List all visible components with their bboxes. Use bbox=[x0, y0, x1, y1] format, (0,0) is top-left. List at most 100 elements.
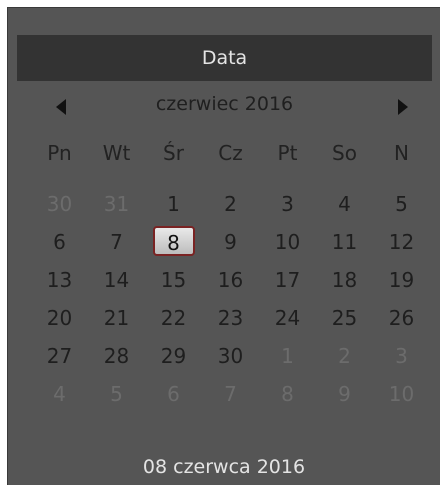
weekday-label: Cz bbox=[218, 141, 243, 165]
weekday-label: Pn bbox=[47, 141, 72, 165]
date-picker-title: Data bbox=[201, 47, 248, 69]
day-cell[interactable]: 28 bbox=[88, 337, 145, 375]
date-picker-header: Data bbox=[17, 35, 432, 81]
day-cell[interactable]: 30 bbox=[202, 337, 259, 375]
day-cell-other-month[interactable]: 4 bbox=[31, 375, 88, 413]
day-number: 8 bbox=[281, 382, 294, 406]
day-number: 4 bbox=[338, 192, 351, 216]
day-cell-other-month[interactable]: 6 bbox=[145, 375, 202, 413]
day-cell[interactable]: 14 bbox=[88, 261, 145, 299]
day-number: 27 bbox=[46, 344, 73, 368]
day-number: 23 bbox=[217, 306, 244, 330]
day-cell-other-month[interactable]: 10 bbox=[373, 375, 430, 413]
day-number: 8 bbox=[152, 226, 195, 256]
day-number: 30 bbox=[217, 344, 244, 368]
day-cell[interactable]: 9 bbox=[202, 223, 259, 261]
day-cell[interactable]: 2 bbox=[202, 185, 259, 223]
selected-date-display: 08 czerwca 2016 bbox=[142, 456, 306, 478]
day-cell[interactable]: 21 bbox=[88, 299, 145, 337]
day-cell[interactable]: 15 bbox=[145, 261, 202, 299]
day-cell[interactable]: 11 bbox=[316, 223, 373, 261]
day-number: 16 bbox=[217, 268, 244, 292]
day-cell[interactable]: 6 bbox=[31, 223, 88, 261]
day-cell[interactable]: 12 bbox=[373, 223, 430, 261]
day-number: 14 bbox=[103, 268, 130, 292]
day-number: 18 bbox=[331, 268, 358, 292]
day-cell[interactable]: 26 bbox=[373, 299, 430, 337]
day-cell[interactable]: 7 bbox=[88, 223, 145, 261]
day-number: 19 bbox=[388, 268, 415, 292]
day-number: 28 bbox=[103, 344, 130, 368]
day-number: 11 bbox=[331, 230, 358, 254]
weekday-header-row: Pn Wt Śr Cz Pt So N bbox=[31, 136, 430, 170]
day-cell-other-month[interactable]: 30 bbox=[31, 185, 88, 223]
day-number: 22 bbox=[160, 306, 187, 330]
day-number: 5 bbox=[110, 382, 123, 406]
day-number: 15 bbox=[160, 268, 187, 292]
day-cell[interactable]: 3 bbox=[259, 185, 316, 223]
day-cell[interactable]: 13 bbox=[31, 261, 88, 299]
day-number: 24 bbox=[274, 306, 301, 330]
day-number: 10 bbox=[388, 382, 415, 406]
day-number: 12 bbox=[388, 230, 415, 254]
day-cell[interactable]: 22 bbox=[145, 299, 202, 337]
day-cell[interactable]: 5 bbox=[373, 185, 430, 223]
day-cell[interactable]: 1 bbox=[145, 185, 202, 223]
day-number: 9 bbox=[338, 382, 351, 406]
day-number: 10 bbox=[274, 230, 301, 254]
day-number: 25 bbox=[331, 306, 358, 330]
day-cell[interactable]: 4 bbox=[316, 185, 373, 223]
day-cell-other-month[interactable]: 9 bbox=[316, 375, 373, 413]
day-number: 13 bbox=[46, 268, 73, 292]
day-number: 1 bbox=[281, 344, 294, 368]
day-cell[interactable]: 17 bbox=[259, 261, 316, 299]
day-cell[interactable]: 20 bbox=[31, 299, 88, 337]
day-cell-other-month[interactable]: 2 bbox=[316, 337, 373, 375]
day-number: 6 bbox=[53, 230, 66, 254]
month-navigation: czerwiec 2016 bbox=[8, 87, 440, 125]
day-number: 29 bbox=[160, 344, 187, 368]
day-number: 26 bbox=[388, 306, 415, 330]
day-cell[interactable]: 29 bbox=[145, 337, 202, 375]
weekday-label: N bbox=[394, 141, 409, 165]
day-cell[interactable]: 25 bbox=[316, 299, 373, 337]
day-cell[interactable]: 19 bbox=[373, 261, 430, 299]
day-cell[interactable]: 18 bbox=[316, 261, 373, 299]
day-number: 1 bbox=[167, 192, 180, 216]
day-cell-other-month[interactable]: 31 bbox=[88, 185, 145, 223]
day-cell-other-month[interactable]: 5 bbox=[88, 375, 145, 413]
day-number: 3 bbox=[281, 192, 294, 216]
day-number: 2 bbox=[224, 192, 237, 216]
day-cell-other-month[interactable]: 8 bbox=[259, 375, 316, 413]
day-cell[interactable]: 27 bbox=[31, 337, 88, 375]
day-number: 31 bbox=[103, 192, 130, 216]
month-label: czerwiec 2016 bbox=[155, 93, 294, 115]
day-number: 6 bbox=[167, 382, 180, 406]
day-number: 2 bbox=[338, 344, 351, 368]
day-grid: 30 31 1 2 3 4 5 6 7 8 9 10 11 12 13 14 15 16 17 18 19 20 21 22 2… bbox=[31, 185, 430, 413]
day-cell[interactable]: 23 bbox=[202, 299, 259, 337]
day-number: 17 bbox=[274, 268, 301, 292]
day-number: 30 bbox=[46, 192, 73, 216]
day-cell-selected[interactable]: 8 bbox=[145, 223, 202, 261]
day-number: 20 bbox=[46, 306, 73, 330]
day-number: 7 bbox=[224, 382, 237, 406]
day-cell-other-month[interactable]: 1 bbox=[259, 337, 316, 375]
day-number: 5 bbox=[395, 192, 408, 216]
weekday-label: So bbox=[332, 141, 357, 165]
weekday-label: Śr bbox=[163, 141, 184, 165]
day-cell-other-month[interactable]: 7 bbox=[202, 375, 259, 413]
weekday-label: Pt bbox=[277, 141, 298, 165]
weekday-label: Wt bbox=[102, 141, 131, 165]
day-number: 9 bbox=[224, 230, 237, 254]
day-number: 4 bbox=[53, 382, 66, 406]
next-month-button[interactable] bbox=[391, 97, 413, 117]
day-number: 7 bbox=[110, 230, 123, 254]
day-number: 3 bbox=[395, 344, 408, 368]
day-number: 21 bbox=[103, 306, 130, 330]
day-cell[interactable]: 24 bbox=[259, 299, 316, 337]
date-picker: Data czerwiec 2016 Pn Wt Śr Cz Pt So N 3… bbox=[7, 7, 440, 485]
day-cell-other-month[interactable]: 3 bbox=[373, 337, 430, 375]
day-cell[interactable]: 10 bbox=[259, 223, 316, 261]
day-cell[interactable]: 16 bbox=[202, 261, 259, 299]
